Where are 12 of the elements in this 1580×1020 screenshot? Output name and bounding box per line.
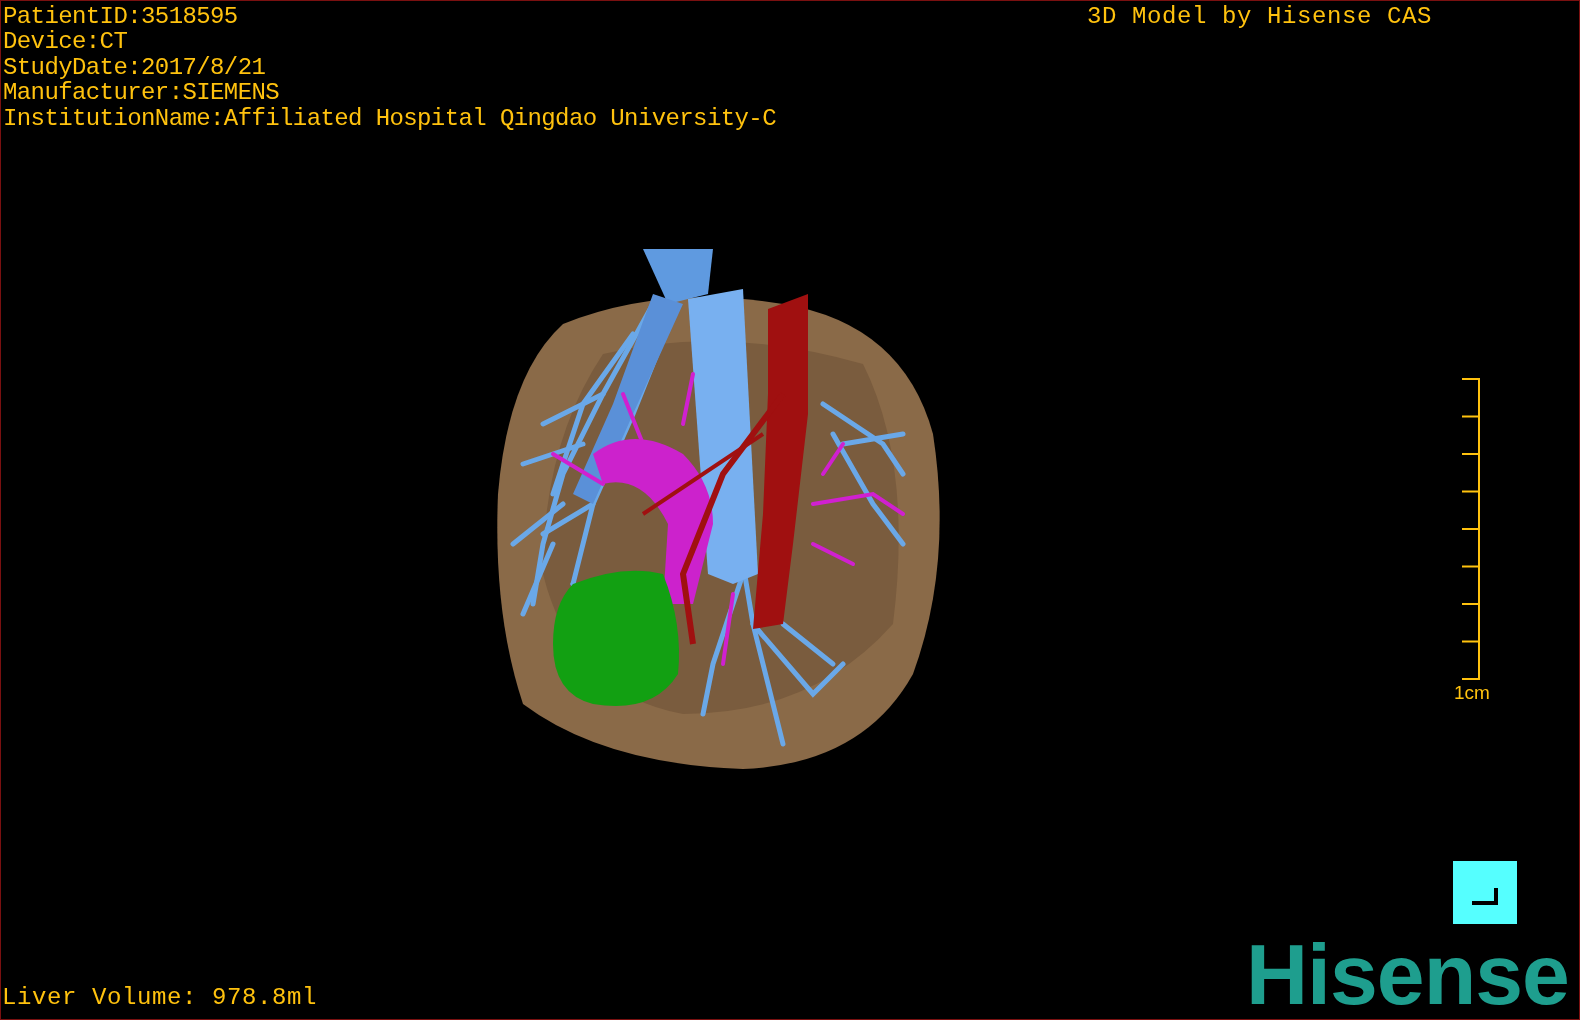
patient-info-text: Device:CT [3,29,129,55]
patient-info-text: PatientID:3518595 [3,4,239,30]
liver-model-drawing[interactable] [497,249,940,769]
model-title: 3D Model by Hisense CAS [1087,4,1433,29]
patient-info-text: StudyDate:2017/8/21 [3,54,267,81]
view-toggle-button[interactable] [1453,861,1517,924]
patient-info-text: Manufacturer:SIEMENS [3,80,281,106]
liver-volume-text: Liver Volume: 978.8ml [2,985,318,1010]
scale-label: 1cm [1454,682,1490,704]
corner-icon [1470,885,1500,906]
patient-info-text: InstitutionName:Affiliated Hospital Qingdao University-C [3,105,776,132]
brand-logo: Hisense [1246,931,1569,1017]
